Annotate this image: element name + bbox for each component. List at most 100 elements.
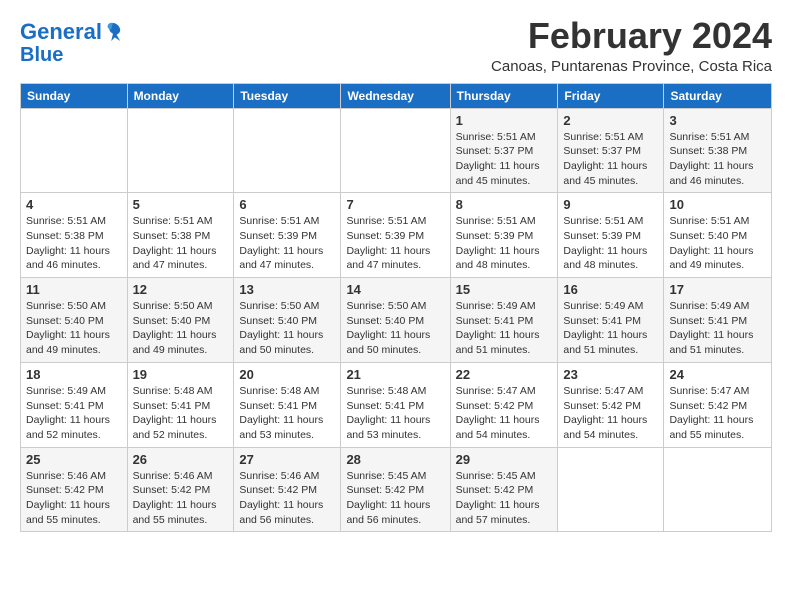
calendar-cell-w1-d3 xyxy=(341,108,450,193)
day-info: Sunrise: 5:46 AMSunset: 5:42 PMDaylight:… xyxy=(239,469,335,528)
day-number: 23 xyxy=(563,367,658,382)
day-number: 14 xyxy=(346,282,444,297)
day-number: 17 xyxy=(669,282,766,297)
calendar-cell-w5-d2: 27 Sunrise: 5:46 AMSunset: 5:42 PMDayligh… xyxy=(234,447,341,532)
calendar-cell-w5-d0: 25 Sunrise: 5:46 AMSunset: 5:42 PMDayligh… xyxy=(21,447,128,532)
day-info: Sunrise: 5:46 AMSunset: 5:42 PMDaylight:… xyxy=(26,469,122,528)
logo-blue: Blue xyxy=(20,44,122,66)
header: General Blue February 2024 Canoas, Punta… xyxy=(20,16,772,75)
logo-general: General xyxy=(20,19,102,44)
calendar-cell-w3-d1: 12 Sunrise: 5:50 AMSunset: 5:40 PMDayligh… xyxy=(127,278,234,363)
week-row-2: 4 Sunrise: 5:51 AMSunset: 5:38 PMDaylight… xyxy=(21,193,772,278)
day-info: Sunrise: 5:51 AMSunset: 5:38 PMDaylight:… xyxy=(26,214,122,273)
calendar-cell-w4-d3: 21 Sunrise: 5:48 AMSunset: 5:41 PMDayligh… xyxy=(341,362,450,447)
day-number: 11 xyxy=(26,282,122,297)
location-subtitle: Canoas, Puntarenas Province, Costa Rica xyxy=(491,58,772,75)
header-sunday: Sunday xyxy=(21,83,128,108)
day-number: 24 xyxy=(669,367,766,382)
day-number: 10 xyxy=(669,197,766,212)
calendar-cell-w4-d5: 23 Sunrise: 5:47 AMSunset: 5:42 PMDayligh… xyxy=(558,362,664,447)
calendar-cell-w4-d1: 19Sunrise: 5:48 AMSunset: 5:41 PMDayligh… xyxy=(127,362,234,447)
calendar-cell-w4-d6: 24 Sunrise: 5:47 AMSunset: 5:42 PMDayligh… xyxy=(664,362,772,447)
calendar-header-row: Sunday Monday Tuesday Wednesday Thursday… xyxy=(21,83,772,108)
day-info: Sunrise: 5:51 AMSunset: 5:38 PMDaylight:… xyxy=(133,214,229,273)
week-row-3: 11 Sunrise: 5:50 AMSunset: 5:40 PMDayligh… xyxy=(21,278,772,363)
calendar-cell-w2-d4: 8 Sunrise: 5:51 AMSunset: 5:39 PMDaylight… xyxy=(450,193,558,278)
week-row-5: 25 Sunrise: 5:46 AMSunset: 5:42 PMDayligh… xyxy=(21,447,772,532)
day-info: Sunrise: 5:51 AMSunset: 5:37 PMDaylight:… xyxy=(456,130,553,189)
day-info: Sunrise: 5:48 AMSunset: 5:41 PMDaylight:… xyxy=(133,384,229,443)
logo: General Blue xyxy=(20,20,122,66)
calendar-cell-w2-d1: 5 Sunrise: 5:51 AMSunset: 5:38 PMDaylight… xyxy=(127,193,234,278)
day-number: 28 xyxy=(346,452,444,467)
day-number: 12 xyxy=(133,282,229,297)
header-thursday: Thursday xyxy=(450,83,558,108)
calendar-cell-w1-d5: 2 Sunrise: 5:51 AMSunset: 5:37 PMDaylight… xyxy=(558,108,664,193)
calendar-cell-w1-d4: 1 Sunrise: 5:51 AMSunset: 5:37 PMDaylight… xyxy=(450,108,558,193)
day-info: Sunrise: 5:50 AMSunset: 5:40 PMDaylight:… xyxy=(26,299,122,358)
day-number: 22 xyxy=(456,367,553,382)
day-number: 2 xyxy=(563,113,658,128)
day-number: 13 xyxy=(239,282,335,297)
header-saturday: Saturday xyxy=(664,83,772,108)
calendar-cell-w1-d1 xyxy=(127,108,234,193)
day-number: 1 xyxy=(456,113,553,128)
week-row-1: 1 Sunrise: 5:51 AMSunset: 5:37 PMDaylight… xyxy=(21,108,772,193)
logo-text: General xyxy=(20,20,102,44)
logo-bird-icon xyxy=(104,21,122,43)
calendar-cell-w2-d0: 4 Sunrise: 5:51 AMSunset: 5:38 PMDaylight… xyxy=(21,193,128,278)
day-info: Sunrise: 5:49 AMSunset: 5:41 PMDaylight:… xyxy=(456,299,553,358)
calendar-cell-w2-d3: 7 Sunrise: 5:51 AMSunset: 5:39 PMDaylight… xyxy=(341,193,450,278)
title-block: February 2024 Canoas, Puntarenas Provinc… xyxy=(491,16,772,75)
week-row-4: 18Sunrise: 5:49 AMSunset: 5:41 PMDayligh… xyxy=(21,362,772,447)
calendar-cell-w1-d6: 3 Sunrise: 5:51 AMSunset: 5:38 PMDaylight… xyxy=(664,108,772,193)
day-info: Sunrise: 5:45 AMSunset: 5:42 PMDaylight:… xyxy=(346,469,444,528)
day-number: 4 xyxy=(26,197,122,212)
day-info: Sunrise: 5:49 AMSunset: 5:41 PMDaylight:… xyxy=(669,299,766,358)
calendar-cell-w3-d6: 17 Sunrise: 5:49 AMSunset: 5:41 PMDayligh… xyxy=(664,278,772,363)
day-info: Sunrise: 5:51 AMSunset: 5:39 PMDaylight:… xyxy=(346,214,444,273)
header-tuesday: Tuesday xyxy=(234,83,341,108)
day-info: Sunrise: 5:47 AMSunset: 5:42 PMDaylight:… xyxy=(669,384,766,443)
calendar-cell-w3-d0: 11 Sunrise: 5:50 AMSunset: 5:40 PMDayligh… xyxy=(21,278,128,363)
day-info: Sunrise: 5:48 AMSunset: 5:41 PMDaylight:… xyxy=(239,384,335,443)
calendar-cell-w4-d2: 20 Sunrise: 5:48 AMSunset: 5:41 PMDayligh… xyxy=(234,362,341,447)
day-number: 16 xyxy=(563,282,658,297)
day-number: 25 xyxy=(26,452,122,467)
day-number: 29 xyxy=(456,452,553,467)
calendar-cell-w4-d0: 18Sunrise: 5:49 AMSunset: 5:41 PMDayligh… xyxy=(21,362,128,447)
day-number: 20 xyxy=(239,367,335,382)
day-number: 3 xyxy=(669,113,766,128)
day-info: Sunrise: 5:51 AMSunset: 5:38 PMDaylight:… xyxy=(669,130,766,189)
calendar-cell-w3-d5: 16Sunrise: 5:49 AMSunset: 5:41 PMDayligh… xyxy=(558,278,664,363)
calendar-cell-w2-d5: 9Sunrise: 5:51 AMSunset: 5:39 PMDaylight… xyxy=(558,193,664,278)
day-info: Sunrise: 5:50 AMSunset: 5:40 PMDaylight:… xyxy=(133,299,229,358)
day-info: Sunrise: 5:48 AMSunset: 5:41 PMDaylight:… xyxy=(346,384,444,443)
month-year-title: February 2024 xyxy=(491,16,772,56)
day-number: 26 xyxy=(133,452,229,467)
day-info: Sunrise: 5:49 AMSunset: 5:41 PMDaylight:… xyxy=(26,384,122,443)
calendar-cell-w5-d4: 29 Sunrise: 5:45 AMSunset: 5:42 PMDayligh… xyxy=(450,447,558,532)
calendar-cell-w5-d5 xyxy=(558,447,664,532)
calendar-cell-w2-d6: 10Sunrise: 5:51 AMSunset: 5:40 PMDayligh… xyxy=(664,193,772,278)
day-info: Sunrise: 5:47 AMSunset: 5:42 PMDaylight:… xyxy=(456,384,553,443)
calendar-cell-w1-d0 xyxy=(21,108,128,193)
day-info: Sunrise: 5:47 AMSunset: 5:42 PMDaylight:… xyxy=(563,384,658,443)
calendar-cell-w3-d2: 13Sunrise: 5:50 AMSunset: 5:40 PMDayligh… xyxy=(234,278,341,363)
day-number: 27 xyxy=(239,452,335,467)
day-info: Sunrise: 5:45 AMSunset: 5:42 PMDaylight:… xyxy=(456,469,553,528)
calendar-cell-w2-d2: 6 Sunrise: 5:51 AMSunset: 5:39 PMDaylight… xyxy=(234,193,341,278)
day-info: Sunrise: 5:51 AMSunset: 5:39 PMDaylight:… xyxy=(239,214,335,273)
day-info: Sunrise: 5:51 AMSunset: 5:39 PMDaylight:… xyxy=(456,214,553,273)
day-number: 6 xyxy=(239,197,335,212)
day-info: Sunrise: 5:51 AMSunset: 5:37 PMDaylight:… xyxy=(563,130,658,189)
day-number: 9 xyxy=(563,197,658,212)
calendar-table: Sunday Monday Tuesday Wednesday Thursday… xyxy=(20,83,772,533)
calendar-cell-w3-d4: 15Sunrise: 5:49 AMSunset: 5:41 PMDayligh… xyxy=(450,278,558,363)
header-wednesday: Wednesday xyxy=(341,83,450,108)
day-number: 21 xyxy=(346,367,444,382)
header-friday: Friday xyxy=(558,83,664,108)
day-number: 7 xyxy=(346,197,444,212)
day-number: 5 xyxy=(133,197,229,212)
day-number: 8 xyxy=(456,197,553,212)
